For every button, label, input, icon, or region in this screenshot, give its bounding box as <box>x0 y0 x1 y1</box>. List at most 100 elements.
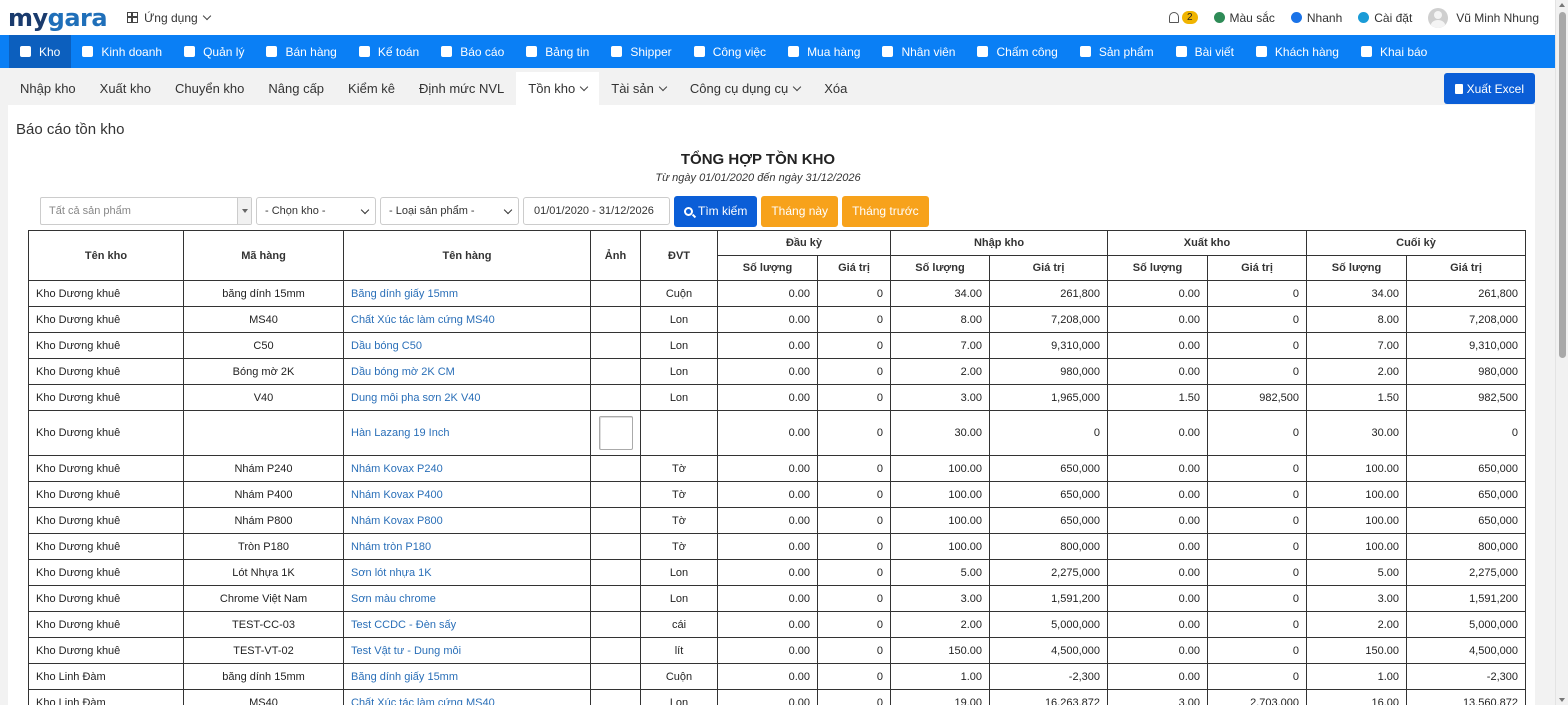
cell-product-name[interactable]: Dầu bóng mờ 2K CM <box>343 358 591 385</box>
export-excel-button[interactable]: Xuất Excel <box>1443 73 1535 104</box>
header-export-qty: Số lượng <box>1107 255 1208 281</box>
this-month-button[interactable]: Tháng này <box>761 195 839 227</box>
cell-image <box>590 689 641 705</box>
product-filter[interactable]: Tất cả sản phẩm <box>40 197 252 225</box>
main-menu-item-6[interactable]: Bảng tin <box>515 35 600 68</box>
search-icon <box>684 206 693 216</box>
tab-2[interactable]: Chuyển kho <box>163 72 256 105</box>
cell-unit: Tờ <box>640 481 718 508</box>
cell-product-name[interactable]: Nhám Kovax P400 <box>343 481 591 508</box>
cell-warehouse: Kho Dương khuê <box>28 410 184 456</box>
cell-product-name[interactable]: Nhám tròn P180 <box>343 533 591 560</box>
date-range-input[interactable]: 01/01/2020 - 31/12/2026 <box>523 197 670 225</box>
main-menu-label: Quản lý <box>203 44 245 59</box>
page-scrollbar[interactable] <box>1555 0 1568 705</box>
header-item-label: Cài đặt <box>1374 10 1413 25</box>
main-menu-item-9[interactable]: Mua hàng <box>777 35 871 68</box>
cell-import-qty: 3.00 <box>890 384 990 411</box>
cell-closing-qty: 2.00 <box>1306 358 1407 385</box>
cell-code: Chrome Việt Nam <box>183 585 344 612</box>
cell-unit: cái <box>640 611 718 638</box>
tab-5[interactable]: Định mức NVL <box>407 72 516 105</box>
cell-closing-value: 800,000 <box>1406 533 1526 560</box>
main-menu-label: Kinh doanh <box>101 44 163 59</box>
cell-product-name[interactable]: Băng dính giấy 15mm <box>343 280 591 307</box>
main-menu-label: Bài viết <box>1194 44 1234 59</box>
cell-product-name[interactable]: Sơn màu chrome <box>343 585 591 612</box>
main-menu-item-14[interactable]: Khách hàng <box>1245 35 1350 68</box>
main-menu-item-5[interactable]: Báo cáo <box>430 35 515 68</box>
cell-open-value: 0 <box>817 384 891 411</box>
main-menu-item-12[interactable]: Sản phẩm <box>1069 35 1165 68</box>
cell-warehouse: Kho Dương khuê <box>28 533 184 560</box>
main-menu-item-1[interactable]: Kinh doanh <box>71 35 173 68</box>
main-menu-item-8[interactable]: Công việc <box>683 35 777 68</box>
notifications[interactable]: 2 <box>1168 11 1198 24</box>
cell-import-qty: 150.00 <box>890 637 990 664</box>
tab-0[interactable]: Nhập kho <box>8 72 88 105</box>
cell-product-name[interactable]: Nhám Kovax P800 <box>343 507 591 534</box>
scroll-thumb[interactable] <box>1559 12 1566 358</box>
table-row: Kho Linh Đàm băng dính 15mm Băng dính giấy… <box>28 663 1526 690</box>
cell-product-name[interactable]: Chất Xúc tác làm cứng MS40 <box>343 689 591 705</box>
main-menu-label: Bảng tin <box>545 44 590 59</box>
cell-export-value: 0 <box>1207 358 1307 385</box>
cell-product-name[interactable]: Chất Xúc tác làm cứng MS40 <box>343 306 591 333</box>
header-closing: Cuối kỳ <box>1306 230 1526 256</box>
cell-product-name[interactable]: Hàn Lazang 19 Inch <box>343 410 591 456</box>
last-month-button[interactable]: Tháng trước <box>842 195 929 227</box>
cell-product-name[interactable]: Test Vật tư - Dung môi <box>343 637 591 664</box>
warehouse-select[interactable]: - Chọn kho - <box>256 197 376 225</box>
main-menu-item-11[interactable]: Chấm công <box>966 35 1068 68</box>
main-menu-item-2[interactable]: Quản lý <box>173 35 255 68</box>
tab-8[interactable]: Công cụ dụng cụ <box>678 72 812 105</box>
tab-3[interactable]: Nâng cấp <box>256 72 336 105</box>
cell-product-name[interactable]: Dầu bóng C50 <box>343 332 591 359</box>
cell-closing-value: 261,800 <box>1406 280 1526 307</box>
cell-unit: Lon <box>640 358 718 385</box>
user-menu[interactable]: Vũ Minh Nhung <box>1428 7 1539 28</box>
cell-product-name[interactable]: Nhám Kovax P240 <box>343 455 591 482</box>
main-menu-item-0[interactable]: Kho <box>9 35 72 68</box>
cell-closing-value: -2,300 <box>1406 663 1526 690</box>
header-item-2[interactable]: Cài đặt <box>1358 11 1412 25</box>
tab-7[interactable]: Tài sản <box>599 72 678 105</box>
inventory-table: Tên kho Mã hàng Tên hàng Ảnh ĐVT Đầu kỳ … <box>28 230 1526 705</box>
logo[interactable]: mygara <box>8 6 108 30</box>
newspaper-icon <box>1175 46 1187 57</box>
cell-unit: Lon <box>640 306 718 333</box>
cell-open-value: 0 <box>817 663 891 690</box>
dollar-icon <box>358 46 370 57</box>
main-menu-item-10[interactable]: Nhân viên <box>871 35 966 68</box>
main-menu-label: Kho <box>39 44 61 59</box>
megaphone-icon <box>526 46 538 57</box>
cell-export-value: 0 <box>1207 280 1307 307</box>
chevron-down-icon <box>792 82 802 91</box>
tab-1[interactable]: Xuất kho <box>88 72 163 105</box>
cell-export-qty: 0.00 <box>1107 306 1208 333</box>
cell-product-name[interactable]: Sơn lót nhựa 1K <box>343 559 591 586</box>
cell-unit: Tờ <box>640 507 718 534</box>
main-menu-item-3[interactable]: Bán hàng <box>255 35 347 68</box>
tab-4[interactable]: Kiểm kê <box>336 72 407 105</box>
tab-9[interactable]: Xóa <box>812 72 859 105</box>
cell-product-name[interactable]: Băng dính giấy 15mm <box>343 663 591 690</box>
cell-product-name[interactable]: Dung môi pha sơn 2K V40 <box>343 384 591 411</box>
product-image[interactable] <box>598 416 633 450</box>
cell-import-value: 0 <box>989 410 1108 456</box>
product-type-select[interactable]: - Loại sản phẩm - <box>380 197 519 225</box>
main-menu-item-15[interactable]: Khai báo <box>1350 35 1438 68</box>
search-button[interactable]: Tìm kiếm <box>674 195 758 227</box>
scroll-down-icon[interactable] <box>1559 698 1565 702</box>
main-menu-label: Bán hàng <box>285 44 337 59</box>
main-menu-item-13[interactable]: Bài viết <box>1165 35 1245 68</box>
main-menu-item-4[interactable]: Kế toán <box>348 35 430 68</box>
scroll-up-icon[interactable] <box>1559 3 1565 7</box>
apps-menu[interactable]: Ứng dụng <box>127 11 211 25</box>
cell-product-name[interactable]: Test CCDC - Đèn sấy <box>343 611 591 638</box>
header-item-0[interactable]: Màu sắc <box>1213 11 1275 25</box>
tab-6[interactable]: Tồn kho <box>516 72 600 105</box>
main-menu-item-7[interactable]: Shipper <box>600 35 682 68</box>
header-item-1[interactable]: Nhanh <box>1290 11 1342 25</box>
cell-open-qty: 0.00 <box>717 384 818 411</box>
